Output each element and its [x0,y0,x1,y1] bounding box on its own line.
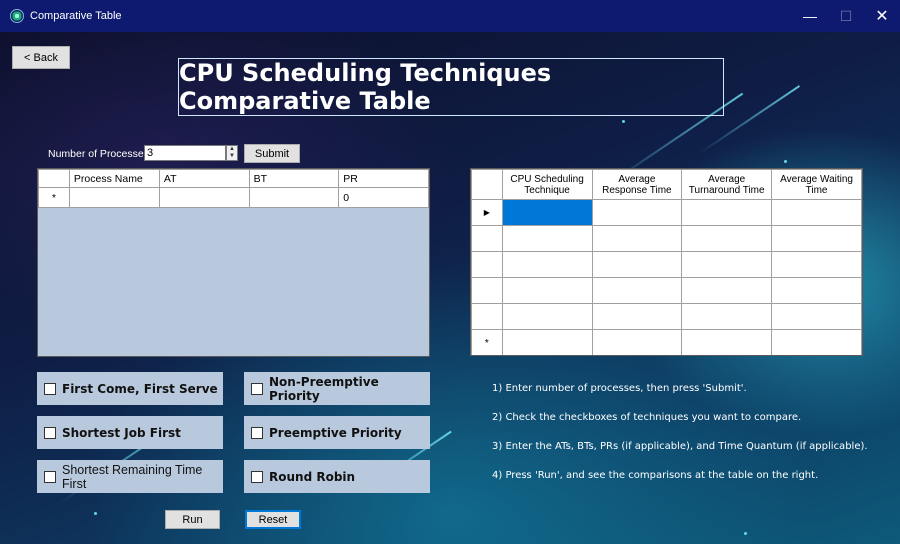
table-cell[interactable] [681,277,773,304]
row-header[interactable] [471,251,503,278]
window-title-bar: Comparative Table — ☐ ✕ [0,0,900,32]
table-cell[interactable] [771,199,862,226]
stepper-up-icon[interactable]: ▲ [227,146,237,153]
instruction-line: 4) Press 'Run', and see the comparisons … [492,470,819,481]
checkbox-square-icon[interactable] [44,382,56,395]
table-cell[interactable] [771,303,862,330]
table-cell[interactable] [771,225,862,252]
table-row [471,277,862,304]
table-row: * [471,329,862,355]
current-row-marker[interactable]: ▶ [471,199,503,226]
table-cell[interactable] [591,329,683,355]
table-cell[interactable] [681,329,773,355]
reset-button[interactable]: Reset [245,510,301,529]
column-header[interactable]: CPU Scheduling Technique [501,169,593,200]
checkbox-label: Shortest Job First [62,425,181,440]
table-cell[interactable] [591,303,683,330]
column-header[interactable]: BT [248,169,340,188]
table-row [471,225,862,252]
background-dot [622,120,625,123]
table-cell[interactable] [501,277,593,304]
table-cell[interactable] [681,303,773,330]
checkbox-label: First Come, First Serve [62,381,218,396]
submit-button[interactable]: Submit [244,144,300,163]
table-cell[interactable] [591,199,683,226]
processes-count-input[interactable]: 3 [144,145,226,161]
checkbox-square-icon[interactable] [44,470,56,483]
table-cell[interactable] [501,251,593,278]
row-header[interactable] [471,277,503,304]
app-icon [10,9,24,23]
checkbox-round-robin[interactable]: Round Robin [244,460,430,493]
table-cell[interactable] [681,251,773,278]
checkbox-label: Preemptive Priority [269,425,402,440]
table-cell[interactable] [248,187,340,208]
row-header[interactable] [471,225,503,252]
checkbox-square-icon[interactable] [251,382,263,395]
form-client-area: < Back CPU Scheduling Techniques Compara… [0,32,900,544]
row-header-corner [471,169,503,200]
checkbox-label: Shortest Remaining Time First [62,462,203,491]
results-grid[interactable]: CPU Scheduling Technique Average Response … [470,168,863,356]
process-table: Process Name AT BT PR * 0 [38,169,429,208]
table-cell[interactable] [771,329,862,355]
table-cell[interactable] [771,251,862,278]
checkbox-label: Round Robin [269,469,356,484]
row-header-corner [38,169,70,188]
table-cell[interactable] [501,225,593,252]
stepper-down-icon[interactable]: ▼ [227,153,237,160]
background-dot [744,532,747,535]
column-header[interactable]: PR [338,169,429,188]
column-header[interactable]: AT [158,169,250,188]
table-row [471,303,862,330]
background-dot [94,512,97,515]
checkbox-non-preemptive-priority[interactable]: Non-Preemptive Priority [244,372,430,405]
results-table: CPU Scheduling Technique Average Response … [471,169,862,355]
column-header[interactable]: Average Waiting Time [771,169,862,200]
back-button[interactable]: < Back [12,46,70,69]
table-cell[interactable] [501,303,593,330]
maximize-button[interactable]: ☐ [828,0,864,32]
table-row: * 0 [38,187,429,208]
process-grid[interactable]: Process Name AT BT PR * 0 [37,168,430,357]
checkbox-preemptive-priority[interactable]: Preemptive Priority [244,416,430,449]
checkbox-sjf[interactable]: Shortest Job First [37,416,223,449]
table-cell[interactable] [771,277,862,304]
table-cell[interactable] [501,329,593,355]
instruction-line: 3) Enter the ATs, BTs, PRs (if applicabl… [492,441,868,452]
table-cell[interactable] [501,199,593,226]
new-row-marker[interactable]: * [471,329,503,355]
column-header[interactable]: Average Turnaround Time [681,169,773,200]
checkbox-label: Non-Preemptive Priority [269,374,379,403]
new-row-marker[interactable]: * [38,187,70,208]
checkbox-square-icon[interactable] [251,426,263,439]
processes-label: Number of Processes: [48,148,152,160]
table-cell[interactable] [681,225,773,252]
checkbox-fcfs[interactable]: First Come, First Serve [37,372,223,405]
table-cell[interactable]: 0 [338,187,429,208]
background-dot [784,160,787,163]
table-cell[interactable] [591,251,683,278]
instruction-line: 2) Check the checkboxes of techniques yo… [492,412,802,423]
close-button[interactable]: ✕ [864,0,900,32]
table-cell[interactable] [591,277,683,304]
page-title: CPU Scheduling Techniques Comparative Ta… [178,58,724,116]
instruction-line: 1) Enter number of processes, then press… [492,383,747,394]
checkbox-square-icon[interactable] [251,470,263,483]
table-cell[interactable] [591,225,683,252]
run-button[interactable]: Run [165,510,220,529]
checkbox-square-icon[interactable] [44,426,56,439]
table-cell[interactable] [68,187,160,208]
minimize-button[interactable]: — [792,0,828,32]
table-cell[interactable] [158,187,250,208]
window-title: Comparative Table [30,10,122,22]
column-header[interactable]: Average Response Time [591,169,683,200]
checkbox-srtf[interactable]: Shortest Remaining Time First [37,460,223,493]
column-header[interactable]: Process Name [68,169,160,188]
processes-stepper[interactable]: ▲ ▼ [226,145,238,161]
table-row [471,251,862,278]
table-row: ▶ [471,199,862,226]
table-cell[interactable] [681,199,773,226]
row-header[interactable] [471,303,503,330]
